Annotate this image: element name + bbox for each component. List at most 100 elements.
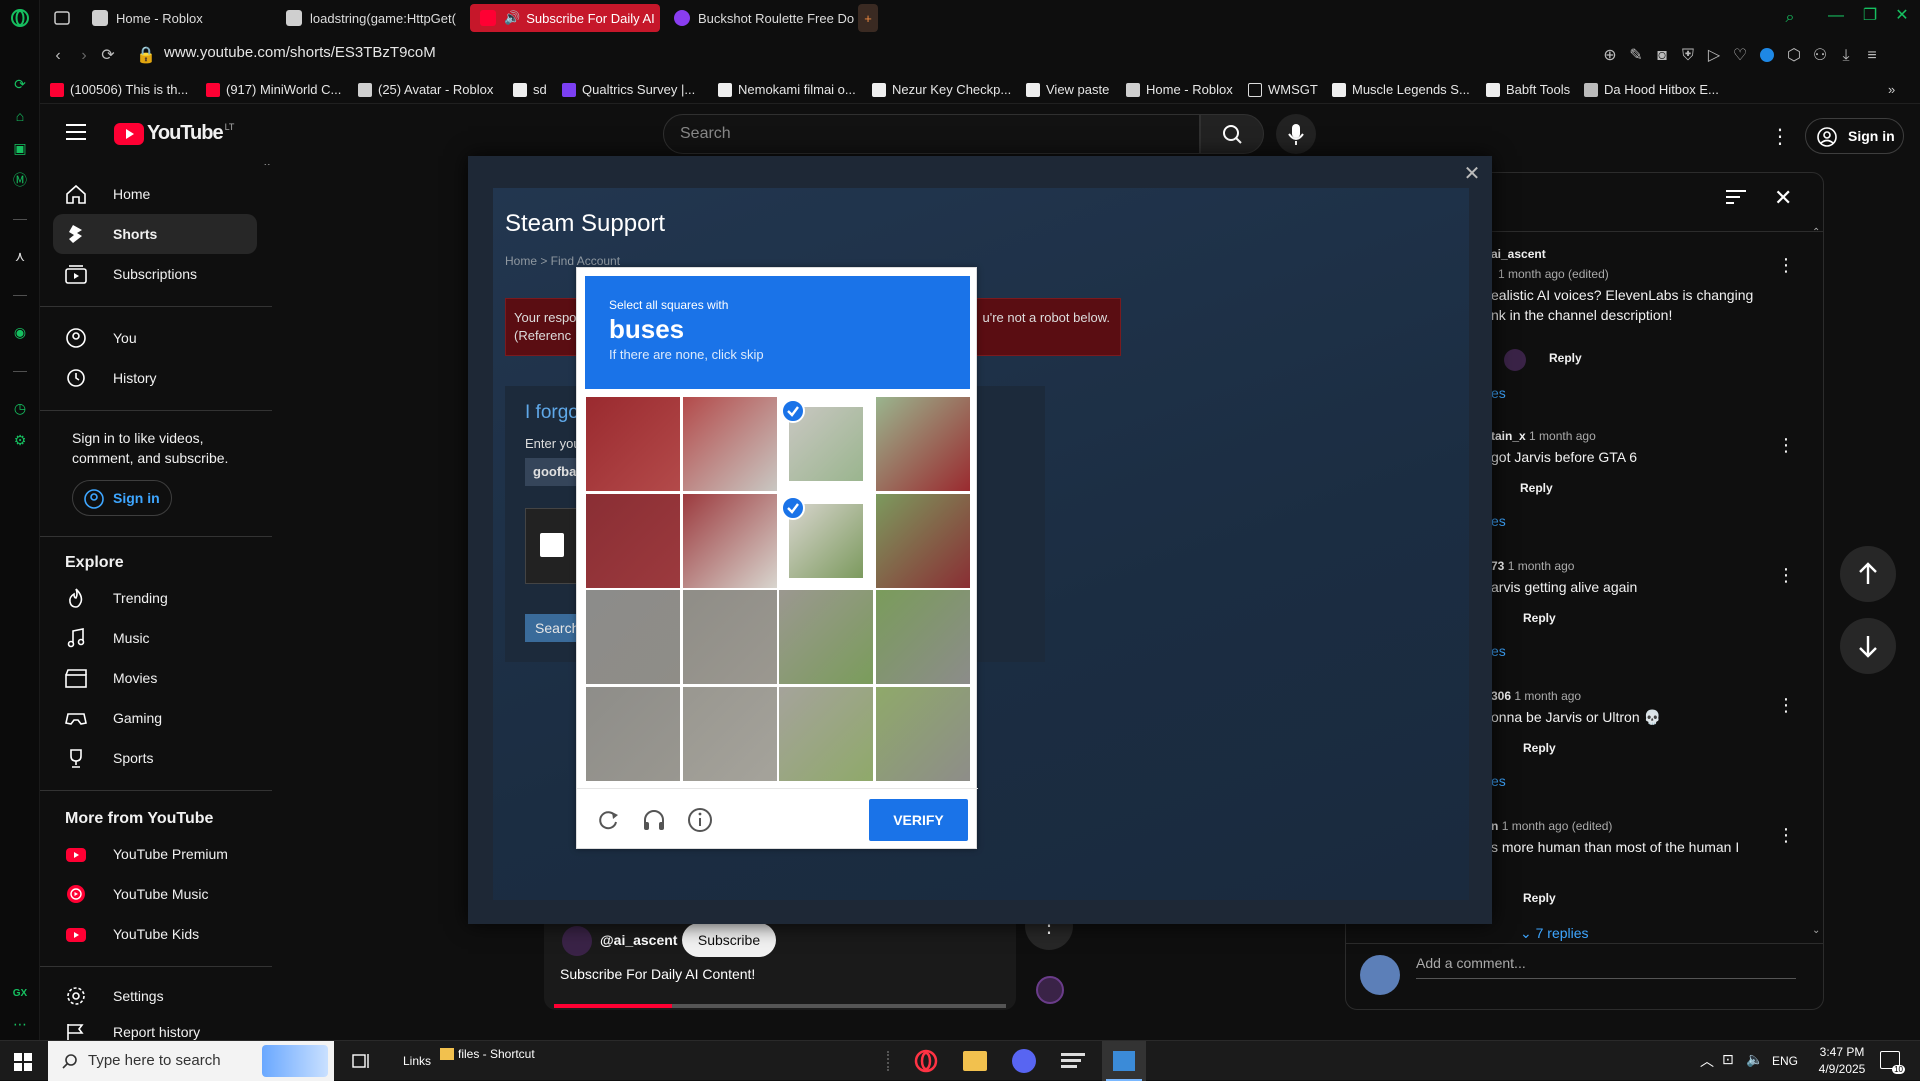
tab-loadstring[interactable]: loadstring(game:HttpGet( [276, 4, 466, 32]
tab-youtube-active[interactable]: 🔊 Subscribe For Daily AI [470, 4, 660, 32]
player-toolbar-icon[interactable]: ▷ [1704, 46, 1724, 66]
captcha-tile[interactable] [778, 589, 874, 685]
sidebar-item-you[interactable]: You [53, 318, 257, 358]
close-window-icon[interactable]: ✕ [1892, 6, 1912, 26]
previous-short-button[interactable] [1840, 546, 1896, 602]
comment-menu-icon[interactable]: ⋮ [1776, 565, 1796, 585]
view-replies-button[interactable]: es [1491, 643, 1506, 659]
breadcrumb[interactable]: Home > Find Account [505, 254, 620, 268]
bookmark-1[interactable]: (100506) This is th... [50, 82, 188, 97]
reload-icon[interactable]: ⟳ [98, 46, 118, 66]
reply-button[interactable]: Reply [1523, 891, 1556, 905]
channel-name[interactable]: @ai_ascent [600, 932, 677, 948]
settings-kebab-icon[interactable]: ⋮ [1770, 124, 1790, 149]
gx-icon[interactable]: GX [10, 984, 30, 1004]
reply-button[interactable]: Reply [1523, 611, 1556, 625]
sidebar-item-movies[interactable]: Movies [53, 658, 257, 698]
headphones-icon[interactable] [641, 807, 667, 833]
channel-avatar[interactable] [562, 926, 592, 956]
discord-icon[interactable] [1012, 1049, 1036, 1073]
app-lines-icon[interactable] [1061, 1053, 1085, 1069]
short-progress-bar[interactable] [554, 1004, 1006, 1008]
captcha-tile[interactable] [681, 685, 778, 782]
scroll-down-icon[interactable]: ⌄ [1812, 925, 1820, 936]
bookmark-11[interactable]: Muscle Legends S... [1332, 82, 1470, 97]
captcha-tile[interactable] [874, 685, 971, 782]
search-input[interactable]: Search [663, 114, 1200, 154]
sidebar-item-shorts[interactable]: Shorts [53, 214, 257, 254]
bookmark-9[interactable]: Home - Roblox [1126, 82, 1233, 97]
captcha-tile[interactable] [585, 396, 681, 492]
subscribe-button[interactable]: Subscribe [682, 923, 776, 957]
bookmark-12[interactable]: Babft Tools [1486, 82, 1570, 97]
player-icon[interactable]: ◉ [10, 322, 30, 342]
search-tabs-icon[interactable]: ⌕ [1780, 8, 1800, 28]
youtube-logo[interactable]: YouTube LT [114, 122, 234, 145]
captcha-tile[interactable] [874, 492, 971, 589]
view-replies-button[interactable]: es [1491, 773, 1506, 789]
info-icon[interactable] [687, 807, 713, 833]
view-replies-button[interactable]: es [1491, 385, 1506, 401]
heart-icon[interactable]: ♡ [1730, 46, 1750, 66]
cube-icon[interactable]: ⬡ [1784, 46, 1804, 66]
captcha-tile[interactable] [778, 685, 874, 782]
tab-buckshot[interactable]: Buckshot Roulette Free Do [664, 4, 854, 32]
voice-search-button[interactable] [1276, 114, 1316, 154]
add-comment-input[interactable]: Add a comment... [1416, 955, 1796, 979]
profile-icon[interactable]: ⚇ [1810, 46, 1830, 66]
sidebar-item-subscriptions[interactable]: Subscriptions [53, 254, 257, 294]
opera-logo-icon[interactable] [10, 8, 30, 28]
sidebar-item-premium[interactable]: YouTube Premium [53, 834, 257, 874]
sidebar-item-trending[interactable]: Trending [53, 578, 257, 618]
new-tab-button[interactable]: + [858, 4, 878, 32]
shopping-icon[interactable]: ⌂ [10, 106, 30, 126]
captcha-tile[interactable] [585, 492, 681, 589]
back-icon[interactable]: ‹ [48, 46, 68, 66]
search-button[interactable] [1200, 114, 1264, 154]
more-icon[interactable]: ⋯ [10, 1014, 30, 1034]
settings-sidebar-icon[interactable]: ⚙ [10, 430, 30, 450]
captcha-tile[interactable] [681, 589, 778, 685]
captcha-tile[interactable] [585, 685, 681, 782]
reply-button[interactable]: Reply [1549, 351, 1582, 365]
camera-icon[interactable]: ◙ [1652, 46, 1672, 66]
view-replies-button[interactable]: ⌄ 7 replies [1520, 925, 1589, 942]
captcha-tile[interactable] [874, 589, 971, 685]
next-short-button[interactable] [1840, 618, 1896, 674]
bookmark-4[interactable]: sd [513, 82, 547, 97]
close-comments-icon[interactable]: ✕ [1774, 185, 1792, 211]
bookmark-6[interactable]: Nemokami filmai o... [718, 82, 856, 97]
windows-start-icon[interactable] [14, 1053, 32, 1071]
sidebar-item-home[interactable]: Home [53, 174, 257, 214]
messenger-icon[interactable]: Ⓜ [10, 170, 30, 190]
bookmark-7[interactable]: Nezur Key Checkp... [872, 82, 1011, 97]
zoom-icon[interactable]: ⊕ [1600, 46, 1620, 66]
sidebar-item-sports[interactable]: Sports [53, 738, 257, 778]
bookmark-8[interactable]: View paste [1026, 82, 1109, 97]
sidebar-item-music-app[interactable]: YouTube Music [53, 874, 257, 914]
comment-menu-icon[interactable]: ⋮ [1776, 825, 1796, 845]
twitch-icon[interactable]: ▣ [10, 138, 30, 158]
sidebar-item-report-history[interactable]: Report history [53, 1012, 257, 1040]
sidebar-sign-in-button[interactable]: Sign in [72, 480, 172, 516]
sign-in-button[interactable]: Sign in [1805, 118, 1904, 154]
hamburger-menu-icon[interactable] [66, 124, 86, 140]
arrow-icon[interactable]: ⋏ [10, 246, 30, 266]
minimize-icon[interactable]: — [1826, 6, 1846, 26]
vpn-icon[interactable] [1758, 46, 1778, 66]
view-replies-button[interactable]: es [1491, 513, 1506, 529]
reply-button[interactable]: Reply [1520, 481, 1553, 495]
captcha-tile[interactable] [874, 396, 971, 492]
bookmark-3[interactable]: (25) Avatar - Roblox [358, 82, 493, 97]
captcha-tile[interactable] [585, 589, 681, 685]
sidebar-item-kids[interactable]: YouTube Kids [53, 914, 257, 954]
file-explorer-icon[interactable] [963, 1051, 987, 1071]
bookmark-5[interactable]: Qualtrics Survey |... [562, 82, 695, 97]
comment-menu-icon[interactable]: ⋮ [1776, 435, 1796, 455]
notification-icon[interactable]: 10 [1880, 1051, 1905, 1074]
reload-challenge-icon[interactable] [595, 807, 621, 833]
language-indicator[interactable]: ENG [1772, 1054, 1798, 1068]
comment-menu-icon[interactable]: ⋮ [1776, 695, 1796, 715]
url-field[interactable]: www.youtube.com/shorts/ES3TBzT9coM [164, 44, 436, 61]
not-robot-checkbox[interactable] [540, 533, 564, 557]
